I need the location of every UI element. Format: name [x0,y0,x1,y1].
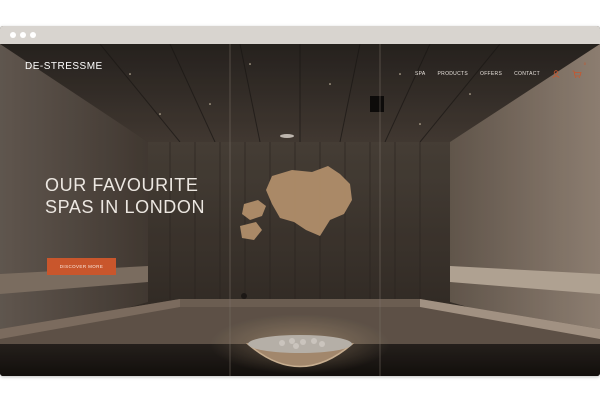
browser-window: DE-STRESSME SPA PRODUCTS OFFERS CONTACT … [0,26,600,376]
hero-headline-line: SPAS IN LONDON [45,197,206,217]
nav-link-spa[interactable]: SPA [415,71,426,77]
nav-link-offers[interactable]: OFFERS [480,71,502,77]
window-dot-icon [20,32,26,38]
browser-titlebar [0,26,600,44]
cart-icon[interactable]: 0 [572,61,586,83]
site-logo[interactable]: DE-STRESSME [25,61,103,72]
hero-headline: OUR FAVOURITE SPAS IN LONDON [45,174,205,218]
user-icon[interactable] [552,65,560,83]
window-dot-icon [10,32,16,38]
discover-more-button[interactable]: DISCOVER MORE [47,258,116,275]
nav-link-contact[interactable]: CONTACT [514,71,540,77]
window-dot-icon [30,32,36,38]
hero-headline-line: OUR FAVOURITE [45,175,199,195]
cart-count-badge: 0 [583,61,586,66]
nav-link-products[interactable]: PRODUCTS [438,71,468,77]
hero-section: DE-STRESSME SPA PRODUCTS OFFERS CONTACT … [0,44,600,376]
main-nav: SPA PRODUCTS OFFERS CONTACT 0 [415,61,586,83]
